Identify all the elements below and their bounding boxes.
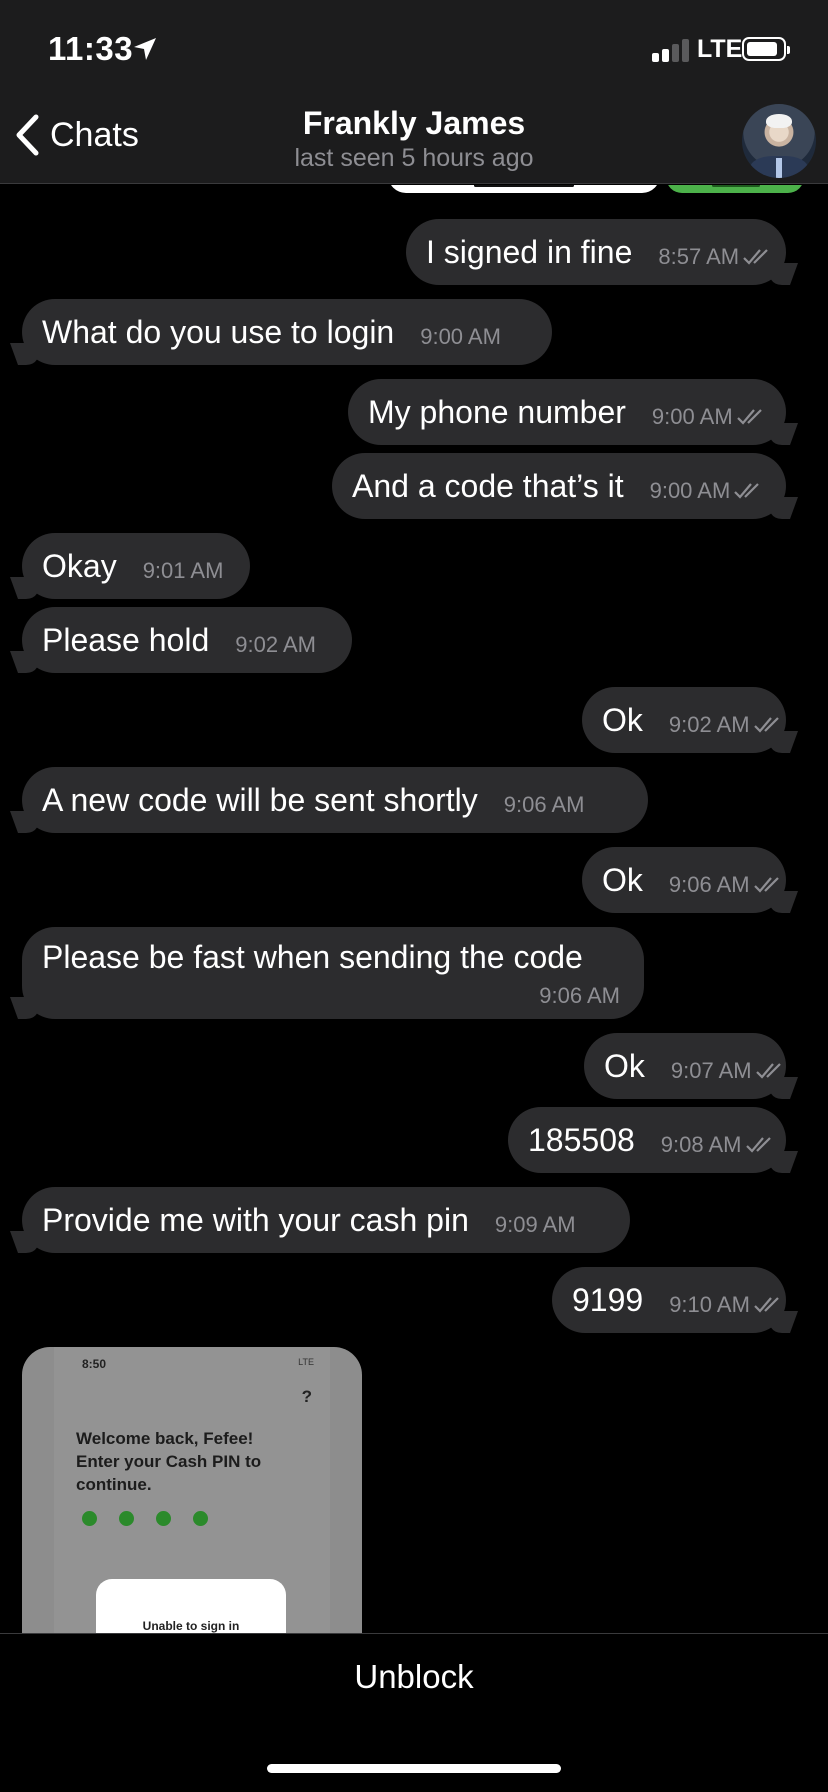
chat-header: 11:33 LTE Chats Frankly James last seen … bbox=[0, 0, 828, 184]
contact-name: Frankly James bbox=[302, 105, 526, 141]
message-time: 9:00 AM bbox=[649, 478, 731, 503]
image-message[interactable]: 8:50 LTE ? Welcome back, Fefee! Enter yo… bbox=[22, 1347, 362, 1633]
screenshot-welcome-text: Welcome back, Fefee! Enter your Cash PIN… bbox=[76, 1429, 262, 1494]
message-bubble[interactable]: Ok 9:07 AM bbox=[584, 1033, 786, 1099]
message-time: 9:08 AM bbox=[660, 1132, 742, 1157]
status-time: 11:33 bbox=[48, 30, 134, 67]
chevron-left-icon bbox=[16, 114, 39, 156]
message-bubble[interactable]: Please hold 9:02 AM bbox=[22, 607, 352, 673]
signal-icon bbox=[652, 38, 689, 62]
message-time: 9:07 AM bbox=[670, 1058, 752, 1083]
previous-image-message[interactable] bbox=[388, 185, 660, 193]
double-check-icon bbox=[736, 409, 762, 425]
battery-icon bbox=[742, 37, 790, 61]
back-label: Chats bbox=[50, 115, 139, 154]
message-bubble[interactable]: A new code will be sent shortly 9:06 AM bbox=[22, 767, 648, 833]
double-check-icon bbox=[745, 1137, 771, 1153]
avatar[interactable] bbox=[742, 104, 816, 178]
screenshot-status-time: 8:50 bbox=[82, 1357, 107, 1371]
message-bubble[interactable]: Ok 9:02 AM bbox=[582, 687, 786, 753]
message-text: Please hold bbox=[42, 621, 210, 658]
message-text: I signed in fine bbox=[426, 233, 633, 270]
message-text: A new code will be sent shortly bbox=[42, 781, 478, 818]
message-bubble[interactable]: 185508 9:08 AM bbox=[508, 1107, 786, 1173]
message-text: Please be fast when sending the code bbox=[42, 939, 583, 975]
home-indicator[interactable] bbox=[267, 1764, 561, 1773]
message-list[interactable]: I signed in fine 8:57 AM What do you use… bbox=[0, 185, 828, 1633]
message-time: 9:06 AM bbox=[668, 872, 750, 897]
message-bubble[interactable]: 9199 9:10 AM bbox=[552, 1267, 786, 1333]
screenshot-status: LTE bbox=[298, 1357, 314, 1367]
double-check-icon bbox=[743, 249, 768, 265]
message-text: Ok bbox=[602, 701, 643, 738]
network-label: LTE bbox=[697, 35, 743, 63]
message-text: My phone number bbox=[368, 393, 626, 430]
message-text: What do you use to login bbox=[42, 313, 395, 350]
message-time: 9:09 AM bbox=[494, 1212, 576, 1237]
message-bubble[interactable]: Ok 9:06 AM bbox=[582, 847, 786, 913]
pin-dots bbox=[82, 1511, 208, 1526]
message-time: 9:06 AM bbox=[503, 792, 585, 817]
message-time: 9:10 AM bbox=[669, 1292, 750, 1317]
message-time: 9:01 AM bbox=[142, 558, 224, 583]
message-bubble[interactable]: I signed in fine 8:57 AM bbox=[406, 219, 786, 285]
message-bubble[interactable]: My phone number 9:00 AM bbox=[348, 379, 786, 445]
double-check-icon bbox=[754, 1297, 779, 1313]
last-seen: last seen 5 hours ago bbox=[294, 144, 534, 172]
double-check-icon bbox=[753, 717, 779, 733]
double-check-icon bbox=[755, 1063, 781, 1079]
screenshot-help: ? bbox=[301, 1387, 312, 1406]
message-bubble[interactable]: And a code that’s it 9:00 AM bbox=[332, 453, 786, 519]
message-bubble[interactable]: Please be fast when sending the code 9:0… bbox=[22, 927, 644, 1019]
screenshot-card-text: Unable to sign in bbox=[142, 1619, 240, 1633]
screenshot-card: Unable to sign in bbox=[96, 1579, 286, 1633]
message-time: 9:02 AM bbox=[235, 632, 316, 657]
unblock-button[interactable]: Unblock bbox=[0, 1658, 828, 1696]
message-time: 8:57 AM bbox=[658, 244, 740, 269]
message-text: Provide me with your cash pin bbox=[42, 1201, 469, 1238]
message-text: 9199 bbox=[572, 1281, 644, 1318]
location-arrow-icon bbox=[134, 38, 156, 60]
contact-info[interactable]: Frankly James last seen 5 hours ago bbox=[214, 105, 614, 173]
previous-image-message[interactable] bbox=[666, 185, 804, 193]
message-text: Okay bbox=[42, 547, 117, 584]
message-bubble[interactable]: Provide me with your cash pin 9:09 AM bbox=[22, 1187, 630, 1253]
double-check-icon bbox=[734, 483, 760, 499]
message-bubble[interactable]: What do you use to login 9:00 AM bbox=[22, 299, 552, 365]
back-button[interactable]: Chats bbox=[14, 114, 139, 156]
double-check-icon bbox=[753, 877, 779, 893]
message-text: 185508 bbox=[528, 1121, 635, 1158]
message-bubble[interactable]: Okay 9:01 AM bbox=[22, 533, 250, 599]
message-time: 9:00 AM bbox=[651, 404, 733, 429]
message-time: 9:00 AM bbox=[420, 324, 501, 349]
message-text: Ok bbox=[604, 1047, 645, 1084]
message-time: 9:02 AM bbox=[668, 712, 750, 737]
message-time: 9:06 AM bbox=[539, 983, 620, 1008]
message-text: And a code that’s it bbox=[352, 467, 624, 504]
message-text: Ok bbox=[602, 861, 643, 898]
